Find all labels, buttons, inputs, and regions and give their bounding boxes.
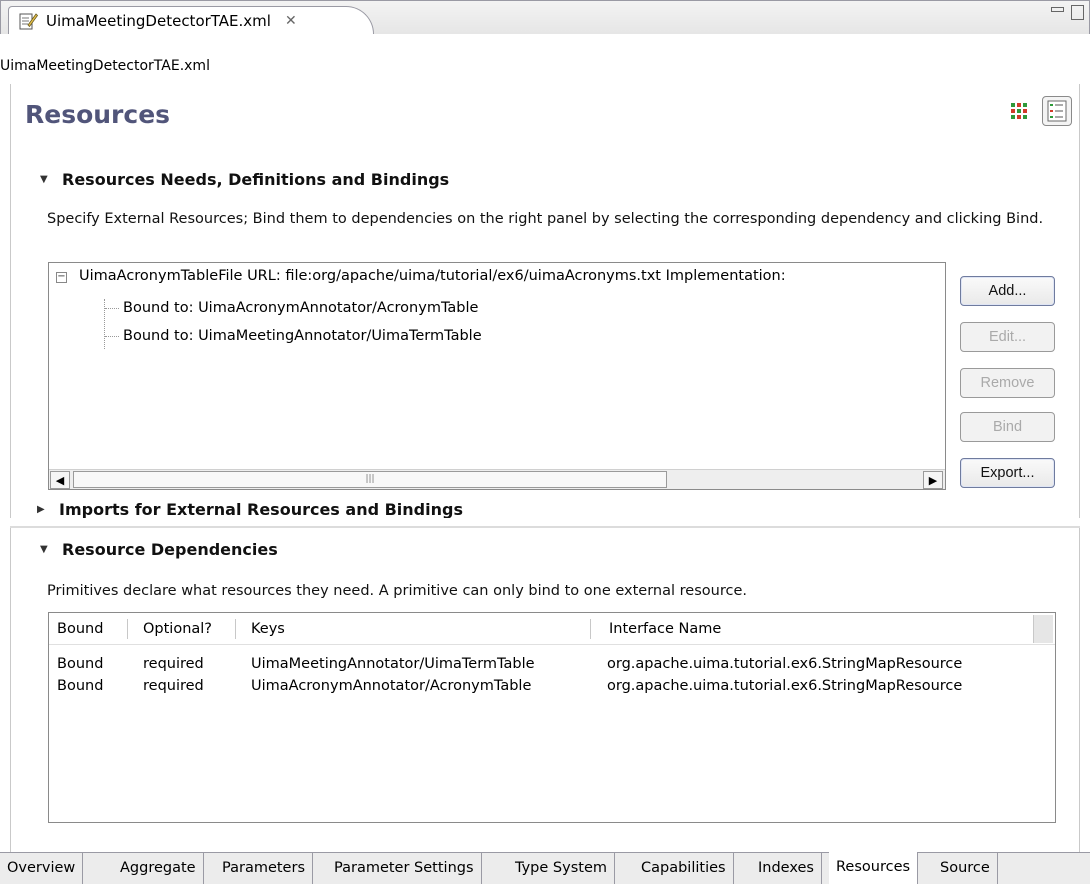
chevron-down-icon[interactable]: ▼ xyxy=(40,544,50,555)
tree-connector xyxy=(104,299,105,349)
column-header-optional[interactable]: Optional? xyxy=(135,613,235,645)
editor-tab-label: UimaMeetingDetectorTAE.xml xyxy=(46,11,271,30)
scrollbar-thumb[interactable]: ||| xyxy=(73,471,667,488)
dependencies-table[interactable]: Bound Optional? Keys Interface Name Boun… xyxy=(48,612,1056,823)
page-title: Resources xyxy=(25,100,171,129)
cell-interface-name: org.apache.uima.tutorial.ex6.StringMapRe… xyxy=(607,678,963,694)
tab-parameter-settings[interactable]: Parameter Settings xyxy=(327,853,482,884)
dependencies-section-header[interactable]: ▼ Resource Dependencies xyxy=(40,540,278,559)
table-row[interactable]: Bound required UimaAcronymAnnotator/Acro… xyxy=(49,675,1055,697)
column-header-interface-name[interactable]: Interface Name xyxy=(601,613,1021,645)
editor-tab[interactable]: UimaMeetingDetectorTAE.xml ✕ xyxy=(8,6,374,34)
cell-key: UimaMeetingAnnotator/UimaTermTable xyxy=(251,656,535,672)
imports-section-title: Imports for External Resources and Bindi… xyxy=(59,500,463,519)
tab-source[interactable]: Source xyxy=(933,853,998,884)
tree-child-item[interactable]: Bound to: UimaMeetingAnnotator/UimaTermT… xyxy=(123,325,482,347)
tab-resources[interactable]: Resources xyxy=(829,852,919,884)
edit-button[interactable]: Edit... xyxy=(960,322,1055,352)
cell-key: UimaAcronymAnnotator/AcronymTable xyxy=(251,678,532,694)
tab-parameters[interactable]: Parameters xyxy=(215,853,313,884)
horizontal-scrollbar[interactable]: ◀ ||| ▶ xyxy=(49,469,945,489)
column-header-filler xyxy=(1033,615,1053,643)
export-button[interactable]: Export... xyxy=(960,458,1055,488)
cell-optional: required xyxy=(143,656,204,672)
tree-child-item[interactable]: Bound to: UimaAcronymAnnotator/AcronymTa… xyxy=(123,297,478,319)
imports-section-header[interactable]: ▶ Imports for External Resources and Bin… xyxy=(37,500,463,519)
chevron-right-icon[interactable]: ▶ xyxy=(37,504,47,515)
column-header-bound[interactable]: Bound xyxy=(49,613,127,645)
tab-overview[interactable]: Overview xyxy=(0,853,84,884)
collapse-icon[interactable]: − xyxy=(56,272,67,283)
tab-type-system[interactable]: Type System xyxy=(508,853,615,884)
column-divider xyxy=(127,619,128,639)
close-icon[interactable]: ✕ xyxy=(285,13,297,29)
tab-aggregate[interactable]: Aggregate xyxy=(113,853,204,884)
cell-optional: required xyxy=(143,678,204,694)
table-row[interactable]: Bound required UimaMeetingAnnotator/Uima… xyxy=(49,653,1055,675)
column-header-keys[interactable]: Keys xyxy=(243,613,583,645)
column-divider xyxy=(235,619,236,639)
two-column-layout-icon[interactable] xyxy=(1004,96,1034,126)
tree-root-item[interactable]: UimaAcronymTableFile URL: file:org/apach… xyxy=(79,265,786,287)
section-separator xyxy=(10,526,1080,528)
cell-bound: Bound xyxy=(57,678,104,694)
scroll-right-icon[interactable]: ▶ xyxy=(923,471,943,489)
dependencies-section-title: Resource Dependencies xyxy=(62,540,278,559)
column-divider xyxy=(590,619,591,639)
add-button[interactable]: Add... xyxy=(960,276,1055,306)
window-controls xyxy=(1050,4,1084,20)
minimize-icon[interactable] xyxy=(1050,4,1064,18)
resources-section-description: Specify External Resources; Bind them to… xyxy=(47,211,1044,227)
remove-button[interactable]: Remove xyxy=(960,368,1055,398)
layout-toggle xyxy=(1004,96,1072,126)
cell-interface-name: org.apache.uima.tutorial.ex6.StringMapRe… xyxy=(607,656,963,672)
resources-section-title: Resources Needs, Definitions and Binding… xyxy=(62,170,450,189)
page-tab-bar: Overview Aggregate Parameters Parameter … xyxy=(0,852,1090,884)
tree-connector xyxy=(105,308,119,309)
xml-file-edit-icon xyxy=(19,12,38,30)
resources-tree[interactable]: − UimaAcronymTableFile URL: file:org/apa… xyxy=(48,262,946,490)
dependencies-section-description: Primitives declare what resources they n… xyxy=(47,583,747,599)
maximize-icon[interactable] xyxy=(1070,4,1084,20)
tab-capabilities[interactable]: Capabilities xyxy=(634,853,734,884)
resources-section-header[interactable]: ▼ Resources Needs, Definitions and Bindi… xyxy=(40,170,449,189)
bind-button[interactable]: Bind xyxy=(960,412,1055,442)
scroll-left-icon[interactable]: ◀ xyxy=(50,471,70,489)
table-header: Bound Optional? Keys Interface Name xyxy=(49,613,1055,645)
chevron-down-icon[interactable]: ▼ xyxy=(40,174,50,185)
stacked-layout-icon[interactable] xyxy=(1042,96,1072,126)
tab-indexes[interactable]: Indexes xyxy=(751,853,822,884)
cell-bound: Bound xyxy=(57,656,104,672)
editor-file-name: UimaMeetingDetectorTAE.xml xyxy=(0,58,210,74)
editor-tab-strip: UimaMeetingDetectorTAE.xml ✕ UimaMeeting… xyxy=(0,0,1090,74)
tree-connector xyxy=(105,336,119,337)
